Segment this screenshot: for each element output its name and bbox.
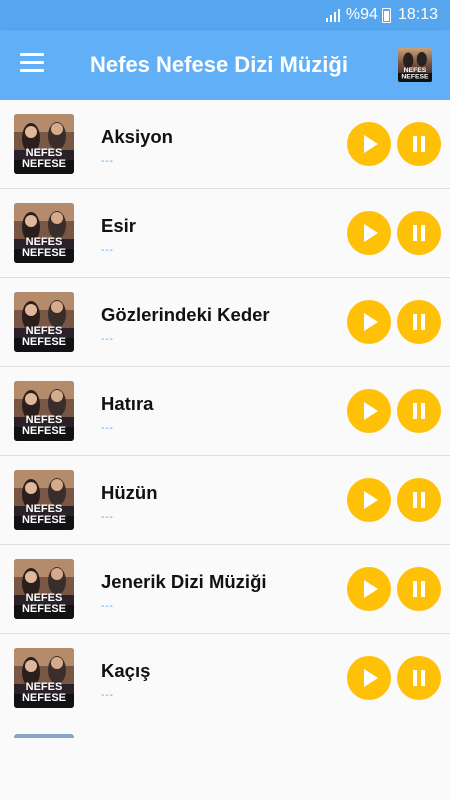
pause-button[interactable]	[397, 211, 441, 255]
svg-text:NEFESE: NEFESE	[22, 692, 66, 704]
battery-icon	[381, 7, 391, 23]
list-item-3[interactable]: NEFES NEFESE Hatıra ---	[0, 367, 450, 456]
play-button[interactable]	[347, 300, 391, 344]
play-icon	[364, 402, 378, 420]
svg-text:NEFESE: NEFESE	[22, 514, 66, 526]
list-item-partial	[0, 720, 450, 800]
pause-button[interactable]	[397, 300, 441, 344]
song-thumbnail: NEFES NEFESE	[14, 381, 74, 441]
show-poster-icon: NEFES NEFESE	[398, 48, 432, 82]
play-button[interactable]	[347, 567, 391, 611]
play-button[interactable]	[347, 122, 391, 166]
song-title: Gözlerindeki Keder	[101, 304, 270, 325]
list-item-5[interactable]: NEFES NEFESE Jenerik Dizi Müziği ---	[0, 545, 450, 634]
pause-button[interactable]	[397, 389, 441, 433]
list-item-2[interactable]: NEFES NEFESE Gözlerindeki Keder ---	[0, 278, 450, 367]
status-bar: %94 18:13	[0, 0, 450, 30]
song-subtitle: ---	[101, 512, 114, 523]
song-subtitle: ---	[101, 156, 114, 167]
song-thumbnail: NEFES NEFESE	[14, 292, 74, 352]
play-button[interactable]	[347, 478, 391, 522]
hamburger-menu-icon[interactable]	[20, 53, 50, 77]
song-thumbnail: NEFES NEFESE	[14, 470, 74, 530]
play-icon	[364, 135, 378, 153]
pause-icon	[413, 670, 425, 686]
svg-text:NEFESE: NEFESE	[22, 603, 66, 615]
svg-text:NEFES: NEFES	[404, 67, 427, 74]
song-subtitle: ---	[101, 423, 114, 434]
song-title: Jenerik Dizi Müziği	[101, 571, 267, 592]
pause-button[interactable]	[397, 656, 441, 700]
song-subtitle: ---	[101, 690, 114, 701]
song-thumbnail	[14, 734, 74, 738]
list-item-1[interactable]: NEFES NEFESE Esir ---	[0, 189, 450, 278]
play-button[interactable]	[347, 389, 391, 433]
svg-text:NEFESE: NEFESE	[22, 425, 66, 437]
song-subtitle: ---	[101, 601, 114, 612]
play-button[interactable]	[347, 656, 391, 700]
song-thumbnail: NEFES NEFESE	[14, 203, 74, 263]
song-title: Aksiyon	[101, 126, 173, 147]
pause-icon	[413, 136, 425, 152]
pause-button[interactable]	[397, 478, 441, 522]
pause-icon	[413, 225, 425, 241]
play-icon	[364, 491, 378, 509]
pause-icon	[413, 581, 425, 597]
battery-percent: %94	[345, 6, 378, 23]
list-item-4[interactable]: NEFES NEFESE Hüzün ---	[0, 456, 450, 545]
play-icon	[364, 224, 378, 242]
song-subtitle: ---	[101, 334, 114, 345]
list-item-6[interactable]: NEFES NEFESE Kaçış ---	[0, 634, 450, 723]
pause-icon	[413, 403, 425, 419]
song-title: Hüzün	[101, 482, 158, 503]
app-title: Nefes Nefese Dizi Müziği	[90, 52, 348, 77]
app-bar: Nefes Nefese Dizi Müziği NEFES NEFESE	[0, 30, 450, 100]
signal-icon	[325, 8, 340, 22]
play-button[interactable]	[347, 211, 391, 255]
play-icon	[364, 580, 378, 598]
pause-button[interactable]	[397, 567, 441, 611]
song-thumbnail: NEFES NEFESE	[14, 648, 74, 708]
clock: 18:13	[397, 6, 438, 23]
play-icon	[364, 669, 378, 687]
song-title: Esir	[101, 215, 136, 236]
song-thumbnail: NEFES NEFESE	[14, 559, 74, 619]
svg-text:NEFESE: NEFESE	[22, 158, 66, 170]
pause-icon	[413, 314, 425, 330]
list-item-0[interactable]: NEFES NEFESE Aksiyon ---	[0, 100, 450, 189]
play-icon	[364, 313, 378, 331]
svg-text:NEFESE: NEFESE	[22, 247, 66, 259]
song-subtitle: ---	[101, 245, 114, 256]
pause-icon	[413, 492, 425, 508]
song-thumbnail: NEFES NEFESE	[14, 114, 74, 174]
pause-button[interactable]	[397, 122, 441, 166]
song-title: Kaçış	[101, 660, 151, 681]
svg-text:NEFESE: NEFESE	[22, 336, 66, 348]
song-title: Hatıra	[101, 393, 154, 414]
svg-text:NEFESE: NEFESE	[401, 74, 429, 81]
song-list: NEFES NEFESE Aksiyon --- NEFES NEFESE Es…	[0, 100, 450, 723]
